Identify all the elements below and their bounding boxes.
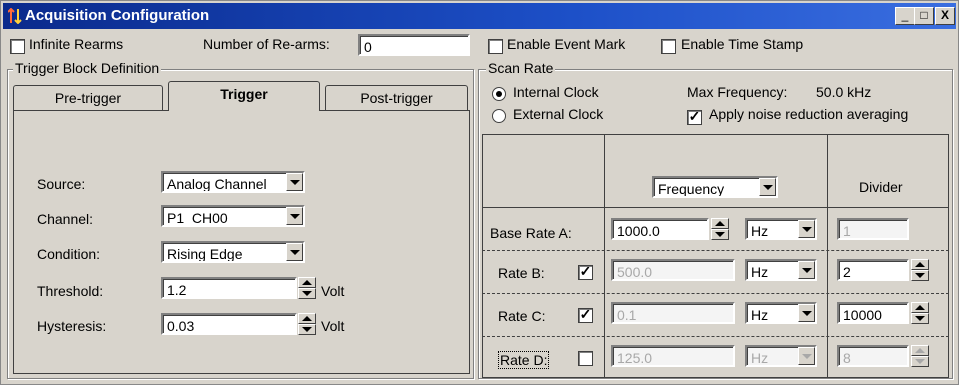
max-frequency-value: 50.0 kHz — [816, 84, 872, 100]
rate-c-divider-input[interactable]: 10000 — [837, 302, 909, 324]
threshold-input[interactable]: 1.2 — [161, 277, 297, 299]
hysteresis-label: Hysteresis: — [37, 318, 107, 334]
rate-d-checkbox[interactable] — [578, 351, 593, 366]
minimize-button[interactable]: _ — [895, 7, 915, 25]
table-divider — [482, 293, 949, 294]
rate-b-divider-spinner[interactable] — [911, 259, 929, 281]
num-rearms-input[interactable]: 0 — [358, 34, 470, 56]
rate-c-divider-spinner[interactable] — [911, 302, 929, 324]
threshold-unit: Volt — [321, 283, 345, 299]
condition-dropdown[interactable]: Rising Edge — [161, 241, 305, 263]
enable-time-stamp-checkbox[interactable] — [661, 39, 676, 54]
rate-b-divider-input[interactable]: 2 — [837, 259, 909, 281]
threshold-label: Threshold: — [37, 283, 104, 299]
rate-a-label: Base Rate A: — [490, 225, 572, 241]
rate-c-value-input: 0.1 — [611, 302, 735, 324]
close-button[interactable]: X — [935, 7, 955, 25]
rate-c-label: Rate C: — [498, 308, 546, 324]
chevron-down-icon[interactable] — [798, 261, 815, 279]
scan-rate-title: Scan Rate — [486, 60, 556, 76]
source-label: Source: — [37, 176, 86, 192]
acquisition-configuration-window: Acquisition Configuration _ □ X Infinite… — [0, 0, 959, 385]
rate-b-label: Rate B: — [498, 265, 545, 281]
infinite-rearms-checkbox[interactable] — [10, 39, 25, 54]
rate-b-value-input: 500.0 — [611, 259, 735, 281]
rate-d-label: Rate D: — [498, 351, 550, 369]
chevron-down-icon[interactable] — [286, 173, 303, 191]
trigger-block-title: Trigger Block Definition — [13, 60, 162, 76]
rate-d-value-input: 125.0 — [611, 345, 735, 367]
rate-b-checkbox[interactable]: ✓ — [578, 263, 593, 280]
internal-clock-radio[interactable] — [492, 87, 506, 101]
chevron-down-icon[interactable] — [798, 220, 815, 238]
rate-table — [482, 134, 949, 378]
tab-trigger[interactable]: Trigger — [168, 81, 320, 111]
rate-b-unit-dropdown[interactable]: Hz — [745, 259, 817, 281]
chevron-down-icon[interactable] — [798, 304, 815, 322]
infinite-rearms-label: Infinite Rearms — [29, 36, 124, 52]
chevron-down-icon[interactable] — [286, 207, 303, 225]
num-rearms-label: Number of Re-arms: — [203, 36, 330, 52]
chevron-down-icon — [798, 347, 815, 365]
hysteresis-spinner[interactable] — [298, 313, 316, 335]
window-title: Acquisition Configuration — [25, 7, 210, 24]
rate-a-divider-input: 1 — [837, 218, 909, 240]
enable-time-stamp-label: Enable Time Stamp — [681, 36, 804, 52]
rate-d-divider-spinner — [911, 345, 929, 367]
rate-a-unit-dropdown[interactable]: Hz — [745, 218, 817, 240]
external-clock-radio[interactable] — [492, 109, 506, 123]
hysteresis-unit: Volt — [321, 318, 345, 334]
rate-c-unit-dropdown[interactable]: Hz — [745, 302, 817, 324]
title-bar[interactable]: Acquisition Configuration _ □ X — [3, 3, 956, 29]
internal-clock-label: Internal Clock — [513, 84, 599, 100]
rate-d-unit-dropdown: Hz — [745, 345, 817, 367]
app-icon — [7, 7, 22, 25]
channel-dropdown[interactable]: P1_CH00 — [161, 205, 305, 227]
tab-pre-trigger[interactable]: Pre-trigger — [13, 85, 163, 111]
noise-reduction-checkbox[interactable]: ✓ — [687, 108, 702, 125]
hysteresis-input[interactable]: 0.03 — [161, 313, 297, 335]
rate-a-value-input[interactable]: 1000.0 — [611, 218, 709, 240]
maximize-button[interactable]: □ — [914, 7, 934, 25]
rate-mode-dropdown[interactable]: Frequency — [652, 176, 778, 198]
table-divider — [604, 134, 605, 378]
external-clock-label: External Clock — [513, 106, 604, 122]
chevron-down-icon[interactable] — [286, 243, 303, 261]
divider-header: Divider — [859, 179, 903, 195]
channel-label: Channel: — [37, 211, 94, 227]
table-divider — [482, 336, 949, 337]
rate-a-spinner[interactable] — [711, 218, 729, 240]
enable-event-mark-label: Enable Event Mark — [507, 36, 626, 52]
chevron-down-icon[interactable] — [759, 178, 776, 196]
table-divider — [482, 207, 949, 208]
condition-label: Condition: — [37, 246, 101, 262]
table-divider — [482, 250, 949, 251]
enable-event-mark-checkbox[interactable] — [488, 39, 503, 54]
table-divider — [827, 134, 828, 378]
noise-reduction-label: Apply noise reduction averaging — [709, 106, 909, 122]
source-dropdown[interactable]: Analog Channel — [161, 171, 305, 193]
rate-c-checkbox[interactable]: ✓ — [578, 306, 593, 323]
threshold-spinner[interactable] — [298, 277, 316, 299]
rate-d-divider-input: 8 — [837, 345, 909, 367]
tab-post-trigger[interactable]: Post-trigger — [325, 85, 468, 111]
max-frequency-label: Max Frequency: — [687, 84, 788, 100]
